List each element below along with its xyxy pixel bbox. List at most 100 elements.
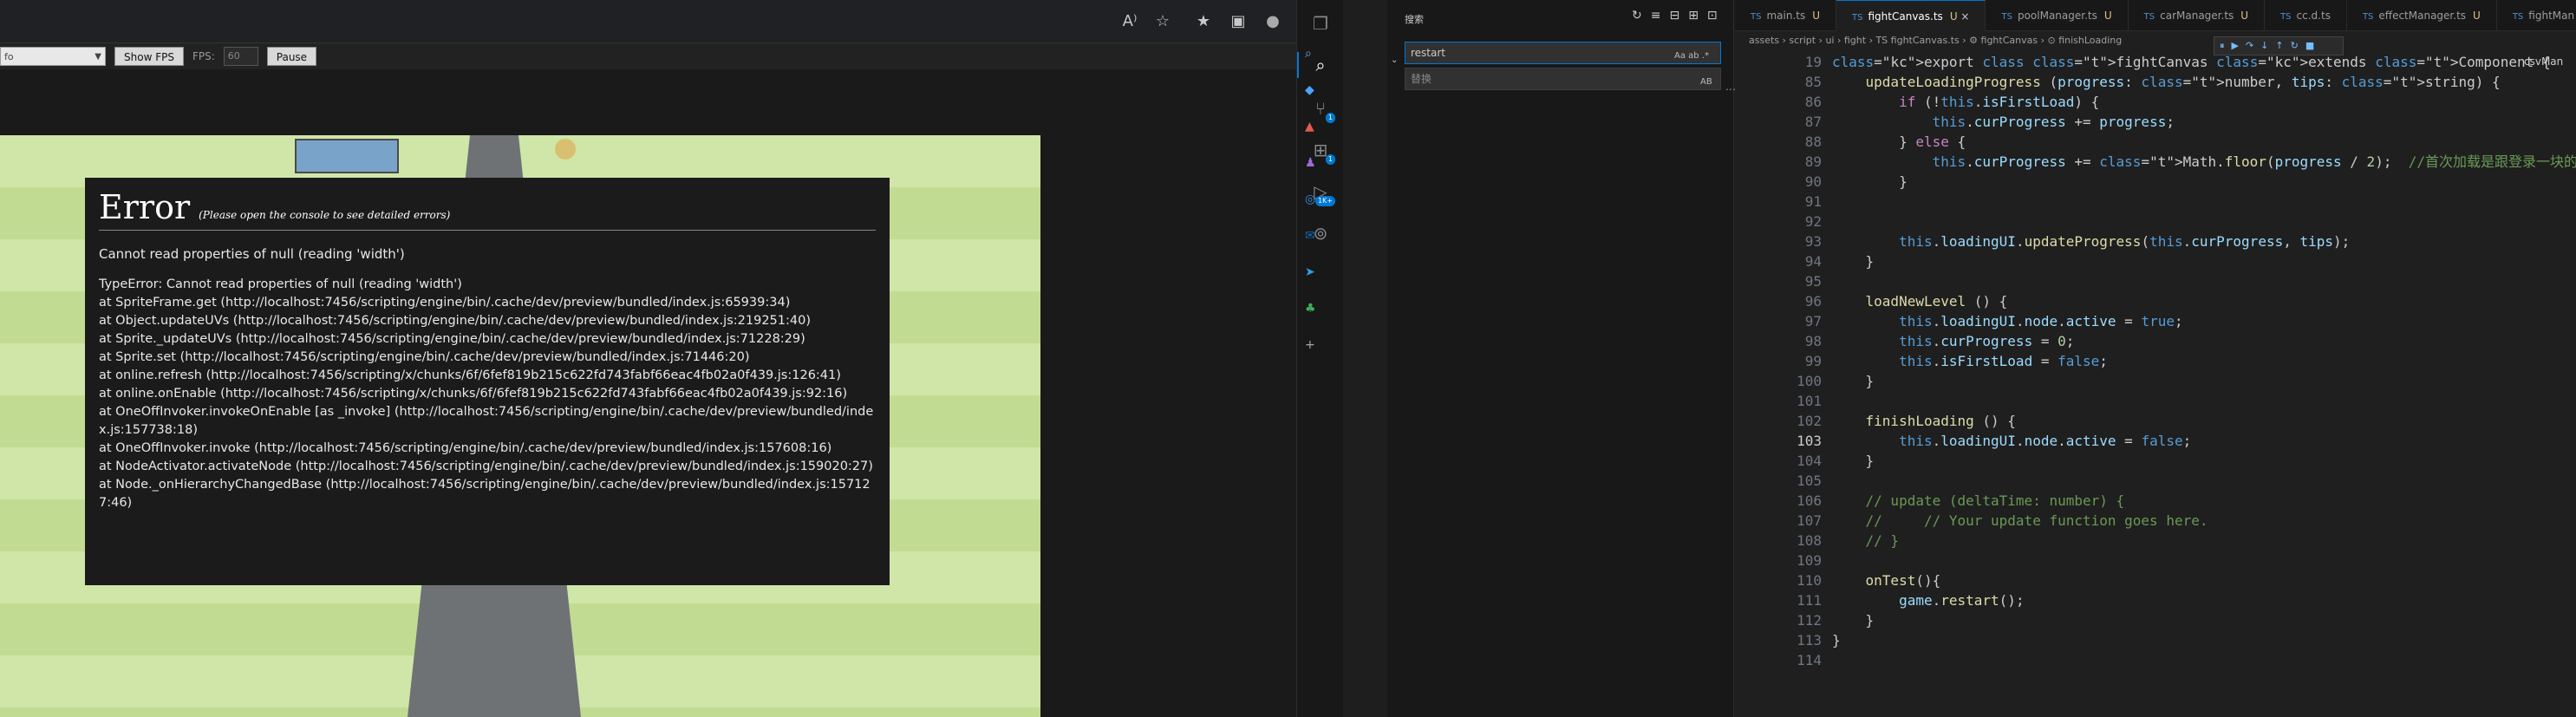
- search-panel-actions-icon[interactable]: ↻≡⊟⊞⊡: [1632, 9, 1726, 23]
- code-line[interactable]: 102 finishLoading () {: [1735, 411, 2576, 431]
- code-line[interactable]: 88 } else {: [1735, 132, 2576, 152]
- line-number: 106: [1797, 492, 1822, 509]
- line-number: 91: [1804, 193, 1822, 210]
- code-line[interactable]: 95: [1735, 271, 2576, 291]
- line-code: // update (deltaTime: number) {: [1865, 492, 2125, 509]
- code-lines[interactable]: 19 class="kc">export class class="t">figh…: [1735, 52, 2576, 670]
- line-number: 97: [1804, 313, 1822, 329]
- editor-tab-bar: TS main.ts U TS fightCanvas.ts U × TS poolManag…: [1735, 0, 2576, 31]
- search-options[interactable]: Aa ab .*: [1674, 46, 1709, 67]
- copilot-icon[interactable]: ◎: [1305, 192, 1322, 206]
- extensions-badge: 1: [1325, 154, 1335, 165]
- code-line[interactable]: 87 this.curProgress += progress;: [1735, 112, 2576, 132]
- line-number: 108: [1797, 532, 1822, 549]
- line-code: game.restart();: [1899, 592, 2025, 609]
- code-line[interactable]: 101: [1735, 391, 2576, 411]
- show-fps-button[interactable]: Show FPS: [114, 47, 184, 66]
- code-line[interactable]: 111 game.restart();: [1735, 590, 2576, 610]
- games-icon[interactable]: ♟: [1305, 156, 1322, 170]
- tab-carmanager-ts[interactable]: TS carManager.ts U: [2129, 0, 2266, 31]
- send-icon[interactable]: ➤: [1305, 265, 1322, 279]
- collections-icon[interactable]: ▣: [1227, 10, 1249, 33]
- code-line[interactable]: 94 }: [1735, 251, 2576, 271]
- code-line[interactable]: 93 this.loadingUI.updateProgress(this.cu…: [1735, 231, 2576, 251]
- code-line[interactable]: 90 }: [1735, 172, 2576, 192]
- line-number: 93: [1804, 233, 1822, 250]
- profile-icon[interactable]: ●: [1262, 10, 1284, 33]
- line-code: updateLoadingProgress (progress: class="…: [1865, 74, 2501, 90]
- code-line[interactable]: 92: [1735, 212, 2576, 231]
- favorites-icon[interactable]: ★: [1192, 10, 1215, 33]
- tab-poolmanager-ts[interactable]: TS poolManager.ts U: [1986, 0, 2129, 31]
- tab-cc-d-ts[interactable]: TS cc.d.ts: [2265, 0, 2347, 31]
- tab-fightcanvas-ts[interactable]: TS fightCanvas.ts U ×: [1836, 0, 1986, 31]
- bing-search-icon[interactable]: ⌕: [1305, 47, 1322, 61]
- code-line[interactable]: 99 this.isFirstLoad = false;: [1735, 351, 2576, 371]
- line-code: }: [1832, 612, 1875, 629]
- code-line[interactable]: 108 // }: [1735, 531, 2576, 551]
- tab-label: effectManager.ts: [2378, 10, 2467, 22]
- code-line[interactable]: 103 this.loadingUI.node.active = false;: [1735, 431, 2576, 451]
- line-number: 95: [1804, 273, 1822, 290]
- fps-input[interactable]: 60: [223, 47, 258, 66]
- line-number: 85: [1804, 74, 1822, 90]
- shopping-icon[interactable]: ◆: [1305, 83, 1322, 97]
- tab-fightman[interactable]: TS fightMan: [2497, 0, 2576, 31]
- source-control-badge: 1: [1325, 113, 1335, 123]
- code-line[interactable]: 89 this.curProgress += class="t">Math.fl…: [1735, 152, 2576, 172]
- code-line[interactable]: 113}: [1735, 630, 2576, 650]
- read-aloud-icon[interactable]: A⁾: [1118, 10, 1141, 33]
- code-line[interactable]: 104 }: [1735, 451, 2576, 471]
- pause-button[interactable]: Pause: [266, 47, 317, 66]
- code-line[interactable]: 85 updateLoadingProgress (progress: clas…: [1735, 72, 2576, 92]
- replace-placeholder: 替换: [1411, 73, 1432, 85]
- favorite-add-icon[interactable]: ☆: [1151, 10, 1174, 33]
- code-line[interactable]: 106 // update (deltaTime: number) {: [1735, 491, 2576, 511]
- explorer-icon[interactable]: ❐: [1308, 10, 1334, 36]
- line-code: this.curProgress += progress;: [1932, 114, 2175, 130]
- line-code: this.curProgress = 0;: [1899, 333, 2075, 349]
- line-number: 102: [1797, 413, 1822, 429]
- code-line[interactable]: 96 loadNewLevel () {: [1735, 291, 2576, 311]
- line-number: 88: [1804, 134, 1822, 150]
- line-number: 99: [1804, 353, 1822, 369]
- tab-main-ts[interactable]: TS main.ts U: [1735, 0, 1837, 31]
- code-line[interactable]: 109: [1735, 551, 2576, 570]
- preserve-case-toggle[interactable]: AB: [1700, 72, 1712, 93]
- code-line[interactable]: 105: [1735, 471, 2576, 491]
- debug-mode-value: fo: [4, 51, 14, 62]
- line-code: }: [1832, 373, 1875, 389]
- code-line[interactable]: 114: [1735, 650, 2576, 670]
- line-number: 94: [1804, 253, 1822, 270]
- add-icon[interactable]: +: [1305, 338, 1322, 352]
- code-line[interactable]: 91: [1735, 192, 2576, 212]
- code-line[interactable]: 19 class="kc">export class class="t">figh…: [1735, 52, 2576, 72]
- line-number: 100: [1797, 373, 1822, 389]
- code-line[interactable]: 86 if (!this.isFirstLoad) {: [1735, 92, 2576, 112]
- code-line[interactable]: 107 // // Your update function goes here…: [1735, 511, 2576, 531]
- line-number: 111: [1797, 592, 1822, 609]
- chevron-down-icon: ▼: [95, 52, 101, 62]
- close-icon[interactable]: ×: [1958, 10, 1969, 23]
- typescript-file-icon: TS: [2143, 12, 2155, 22]
- breadcrumb[interactable]: assets › script › ui › fight › TS fightC…: [1749, 35, 2122, 46]
- game-tree: [555, 139, 576, 160]
- tools-icon[interactable]: ▲: [1305, 120, 1322, 134]
- line-code: this.curProgress += class="t">Math.floor…: [1932, 153, 2576, 170]
- replace-input[interactable]: 替换 AB: [1405, 68, 1721, 90]
- outlook-icon[interactable]: ✉: [1305, 229, 1322, 243]
- error-title-row: Error (Please open the console to see de…: [99, 188, 876, 231]
- line-number: 96: [1804, 293, 1822, 310]
- code-line[interactable]: 100 }: [1735, 371, 2576, 391]
- code-line[interactable]: 98 this.curProgress = 0;: [1735, 331, 2576, 351]
- search-input[interactable]: restart Aa ab .*: [1405, 42, 1721, 64]
- debug-mode-select[interactable]: fo ▼: [0, 47, 106, 66]
- tree-icon[interactable]: ♣: [1305, 302, 1322, 316]
- code-line[interactable]: 110 onTest(){: [1735, 570, 2576, 590]
- browser-sidebar: ⌕ ◆ ▲ ♟ ◎ ✉ ➤ ♣ +: [1305, 45, 1322, 357]
- tab-effectmanager-ts[interactable]: TS effectManager.ts U: [2347, 0, 2497, 31]
- browser-window: A⁾ ☆ ★ ▣ ● ⋯ fo ▼ Show FPS FPS: 60 Pause…: [0, 0, 1296, 717]
- chevron-down-icon[interactable]: ⌄: [1391, 55, 1398, 65]
- code-line[interactable]: 112 }: [1735, 610, 2576, 630]
- code-line[interactable]: 97 this.loadingUI.node.active = true;: [1735, 311, 2576, 331]
